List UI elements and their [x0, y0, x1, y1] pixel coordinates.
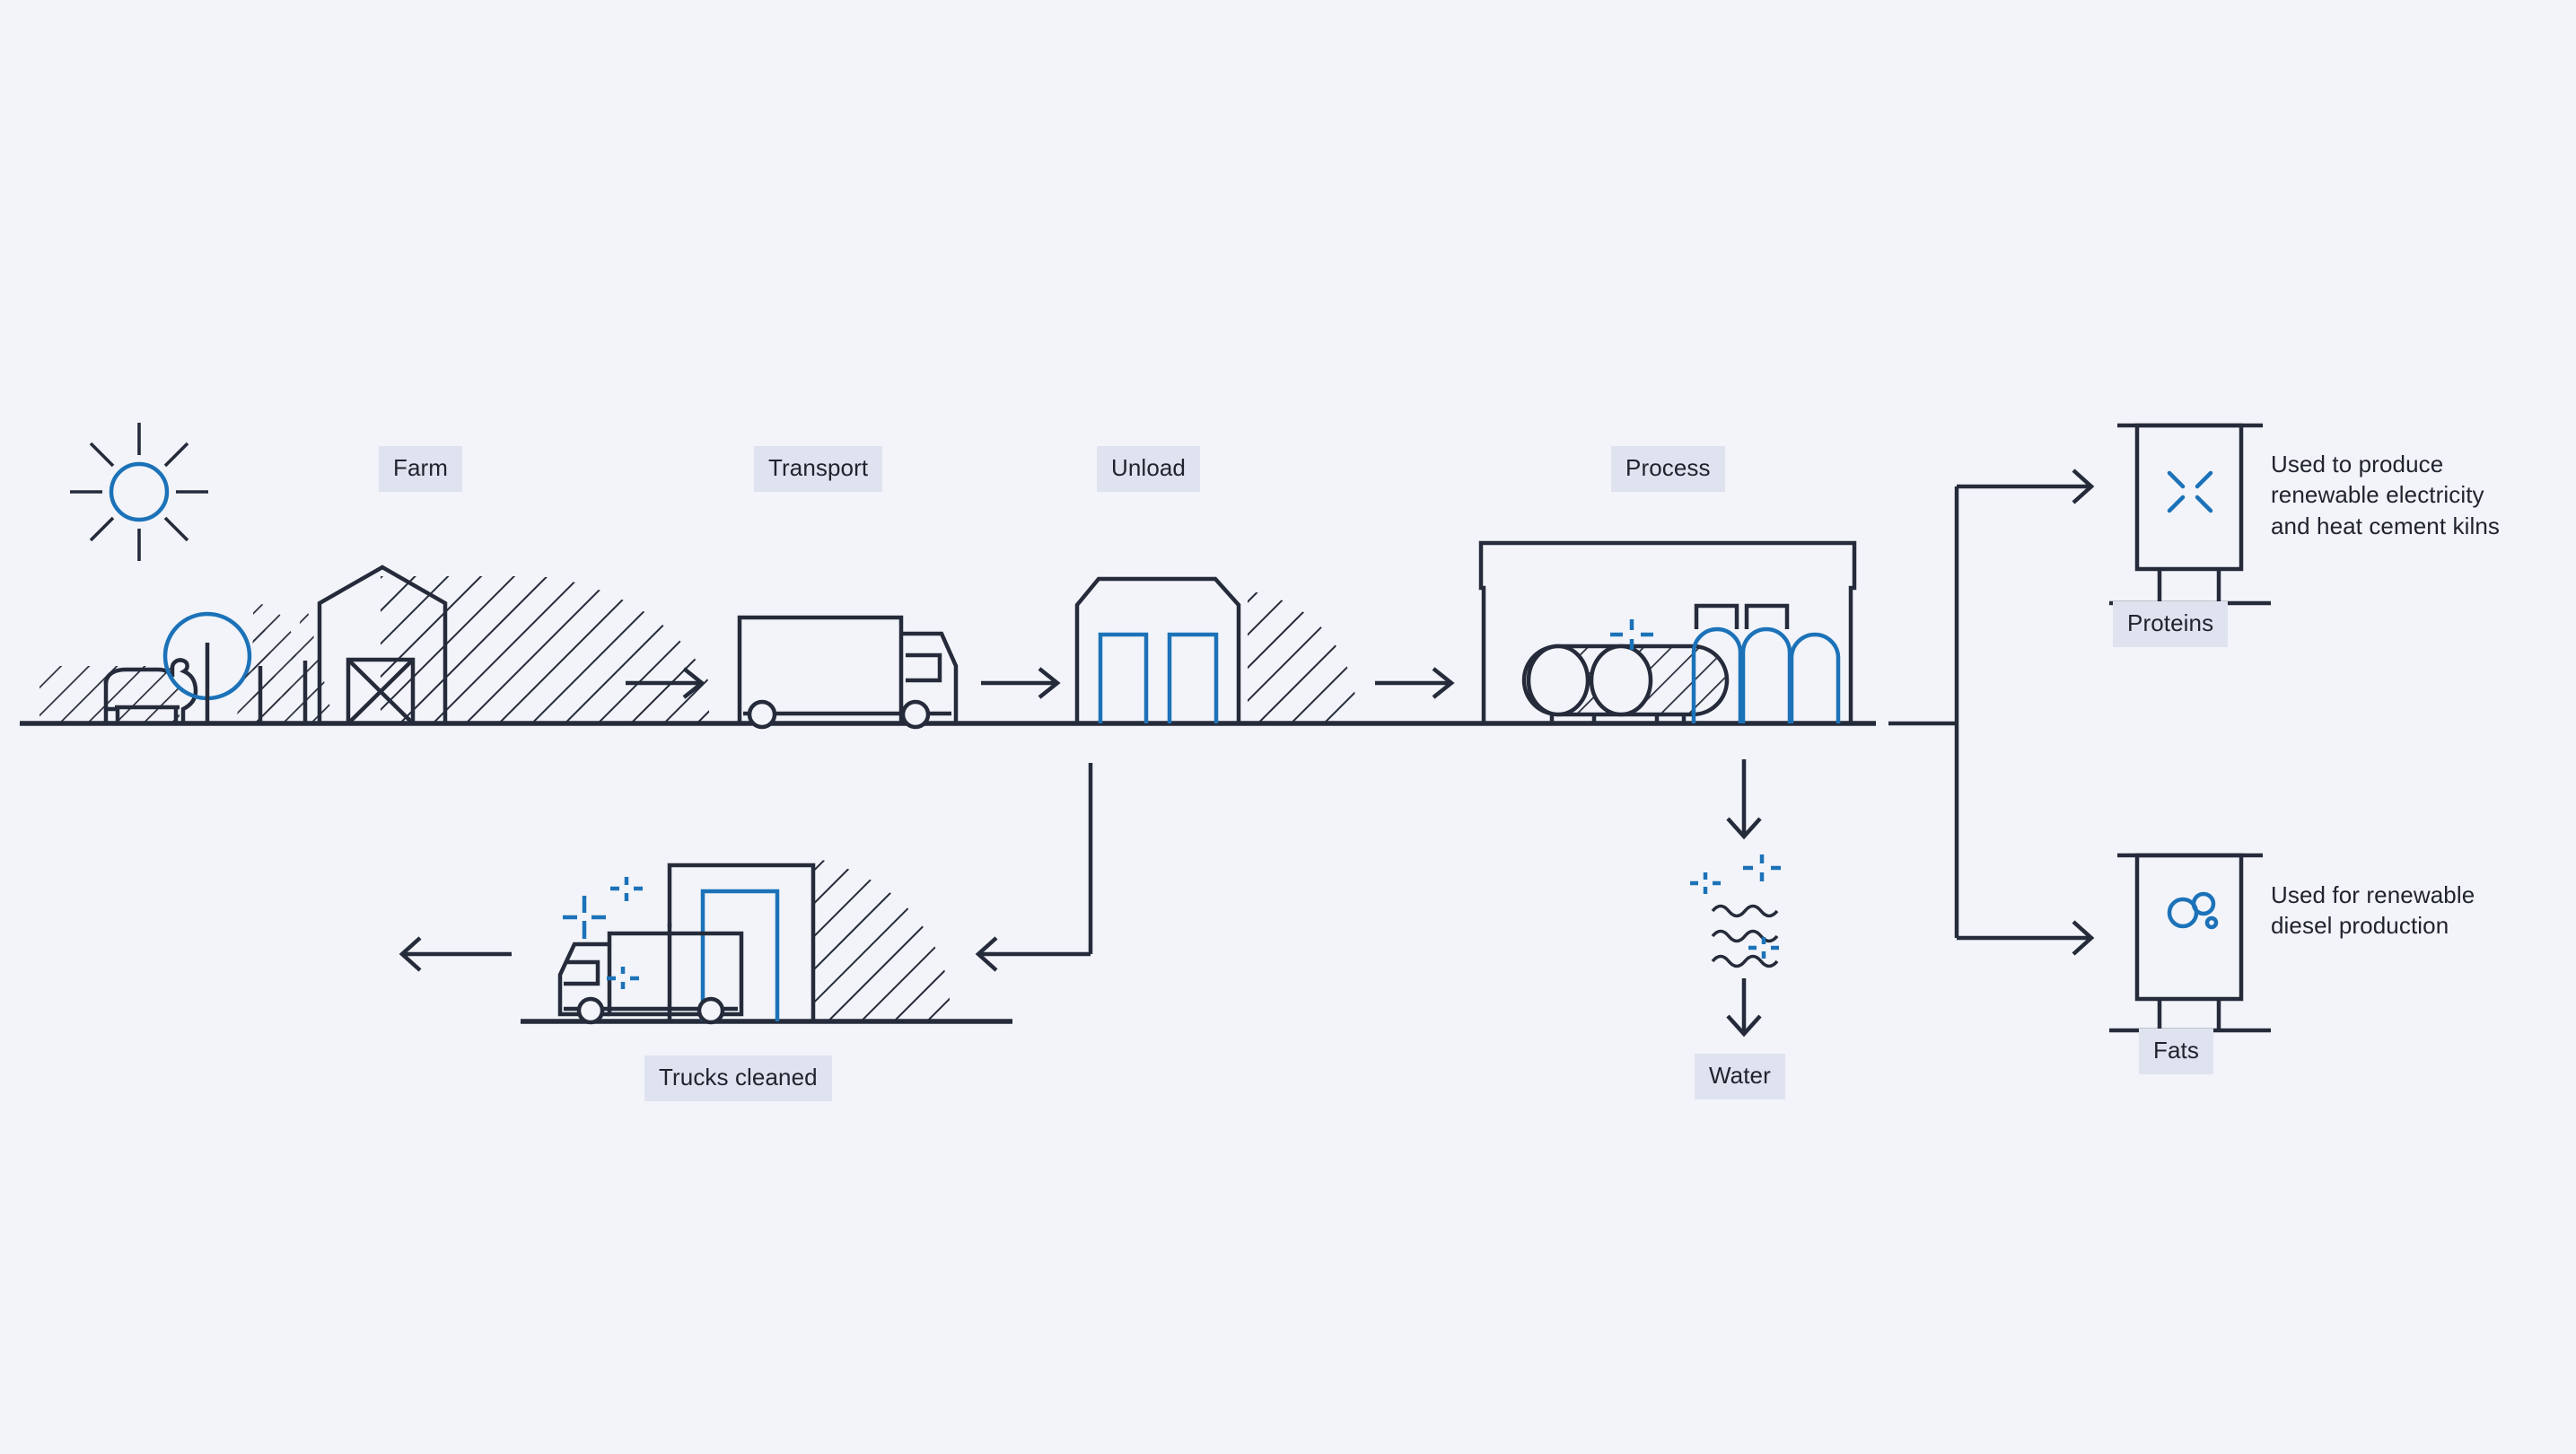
process-flow-illustration	[20, 423, 2271, 1038]
bubbles-icon	[2167, 891, 2219, 930]
output-label-fats-chip: Fats	[2139, 1029, 2213, 1074]
transport-truck-icon	[737, 615, 959, 730]
sparkle-icon	[1690, 872, 1721, 894]
water-waves-icon	[1690, 854, 1781, 968]
water-byproduct-group	[1690, 759, 1781, 1038]
process-plant-icon	[1478, 540, 1857, 723]
flow-arrow-process-to-water	[1726, 759, 1762, 840]
sparkle-icon	[610, 877, 643, 901]
barn-icon	[317, 565, 709, 726]
stage-label-unload: Unload	[1097, 446, 1200, 492]
unload-warehouse-icon	[1074, 576, 1355, 723]
flow-arrow-water-to-label	[1726, 978, 1762, 1038]
output-description-fats: Used for renewable diesel production	[2271, 881, 2475, 940]
farm-scene	[39, 565, 709, 726]
flow-arrow-transport-to-unload	[981, 667, 1061, 699]
diagram-canvas: Farm Transport Unload Process Proteins U…	[0, 0, 2576, 1454]
branch-connector-to-outputs	[1888, 469, 2095, 956]
truck-wash-scene	[399, 763, 1093, 1025]
hill-hatch-icon	[813, 860, 950, 1021]
stage-label-process: Process	[1611, 446, 1725, 492]
loopback-label-trucks-cleaned: Trucks cleaned	[644, 1055, 832, 1101]
sparkle-icon	[1743, 854, 1781, 881]
output-description-proteins: Used to produce renewable electricity an…	[2271, 451, 2501, 539]
drum-tanks-icon	[1521, 644, 1730, 723]
spark-burst-icon	[2167, 470, 2213, 513]
sparkle-icon	[607, 967, 639, 989]
stage-label-farm: Farm	[379, 446, 463, 492]
protein-tank-icon	[2109, 423, 2271, 606]
sparkle-icon	[563, 896, 606, 939]
flow-arrow-trucks-exit	[399, 936, 512, 972]
loopback-connector	[975, 763, 1093, 972]
stage-label-transport: Transport	[754, 446, 883, 492]
fats-tank-icon	[2109, 853, 2271, 1033]
truck-icon	[557, 923, 744, 1025]
output-label-proteins-chip: Proteins	[2113, 601, 2229, 647]
flow-arrow-unload-to-process	[1375, 667, 1455, 699]
byproduct-label-water: Water	[1695, 1054, 1785, 1099]
sun-icon	[70, 423, 208, 561]
